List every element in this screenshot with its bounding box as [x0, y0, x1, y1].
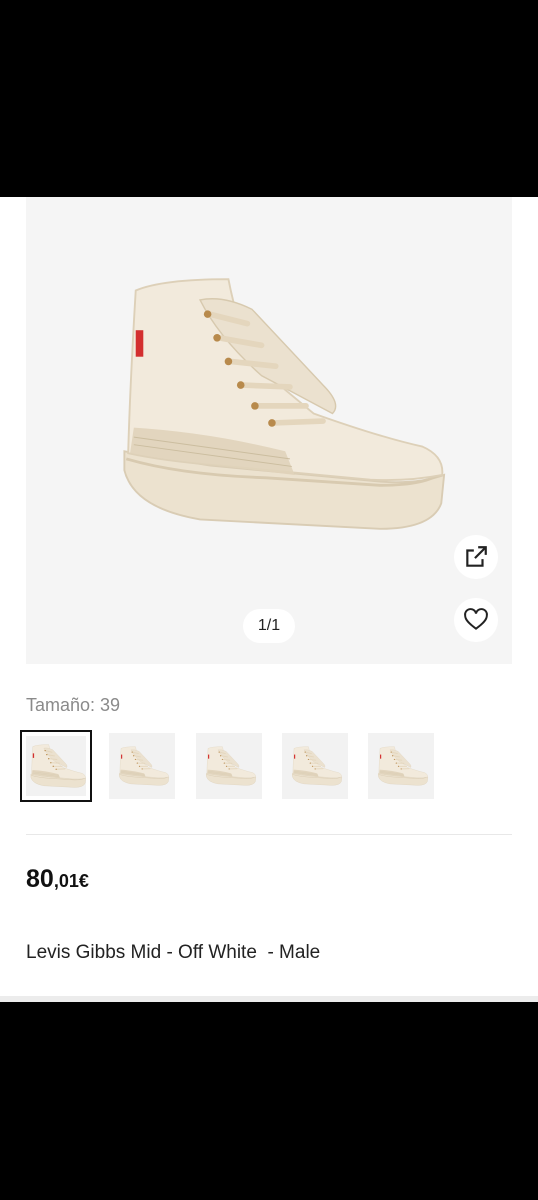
- status-area-top: [0, 0, 538, 197]
- shoe-thumbnail-icon: [118, 746, 170, 786]
- divider: [26, 834, 512, 835]
- product-gallery[interactable]: 1/1: [26, 197, 512, 664]
- wishlist-button[interactable]: [454, 598, 498, 642]
- product-price: 80,01€: [26, 865, 89, 894]
- navigation-area-bottom: [0, 1002, 538, 1200]
- image-counter: 1/1: [243, 609, 295, 643]
- size-thumbnail-list: [20, 730, 440, 802]
- size-thumbnail[interactable]: [196, 733, 262, 799]
- size-thumbnail[interactable]: [368, 733, 434, 799]
- size-label: Tamaño: 39: [26, 695, 121, 715]
- shoe-thumbnail-icon: [205, 746, 257, 786]
- product-title: Levis Gibbs Mid - Off White - Male: [26, 942, 321, 963]
- shoe-thumbnail-icon: [30, 744, 86, 788]
- price-decimal: ,01€: [53, 871, 89, 891]
- size-thumbnail[interactable]: [109, 733, 175, 799]
- product-page: 1/1 Tamaño: 39 80,01€ Levis Gibbs Mid - …: [0, 197, 538, 1002]
- external-link-icon: [466, 546, 487, 567]
- size-thumbnail-selected[interactable]: [20, 730, 92, 802]
- shoe-thumbnail-icon: [291, 746, 343, 786]
- shoe-thumbnail-icon: [377, 746, 429, 786]
- size-thumbnail[interactable]: [282, 733, 348, 799]
- heart-icon: [464, 608, 488, 630]
- product-image: [96, 259, 446, 549]
- price-integer: 80: [26, 865, 54, 893]
- expand-button[interactable]: [454, 535, 498, 579]
